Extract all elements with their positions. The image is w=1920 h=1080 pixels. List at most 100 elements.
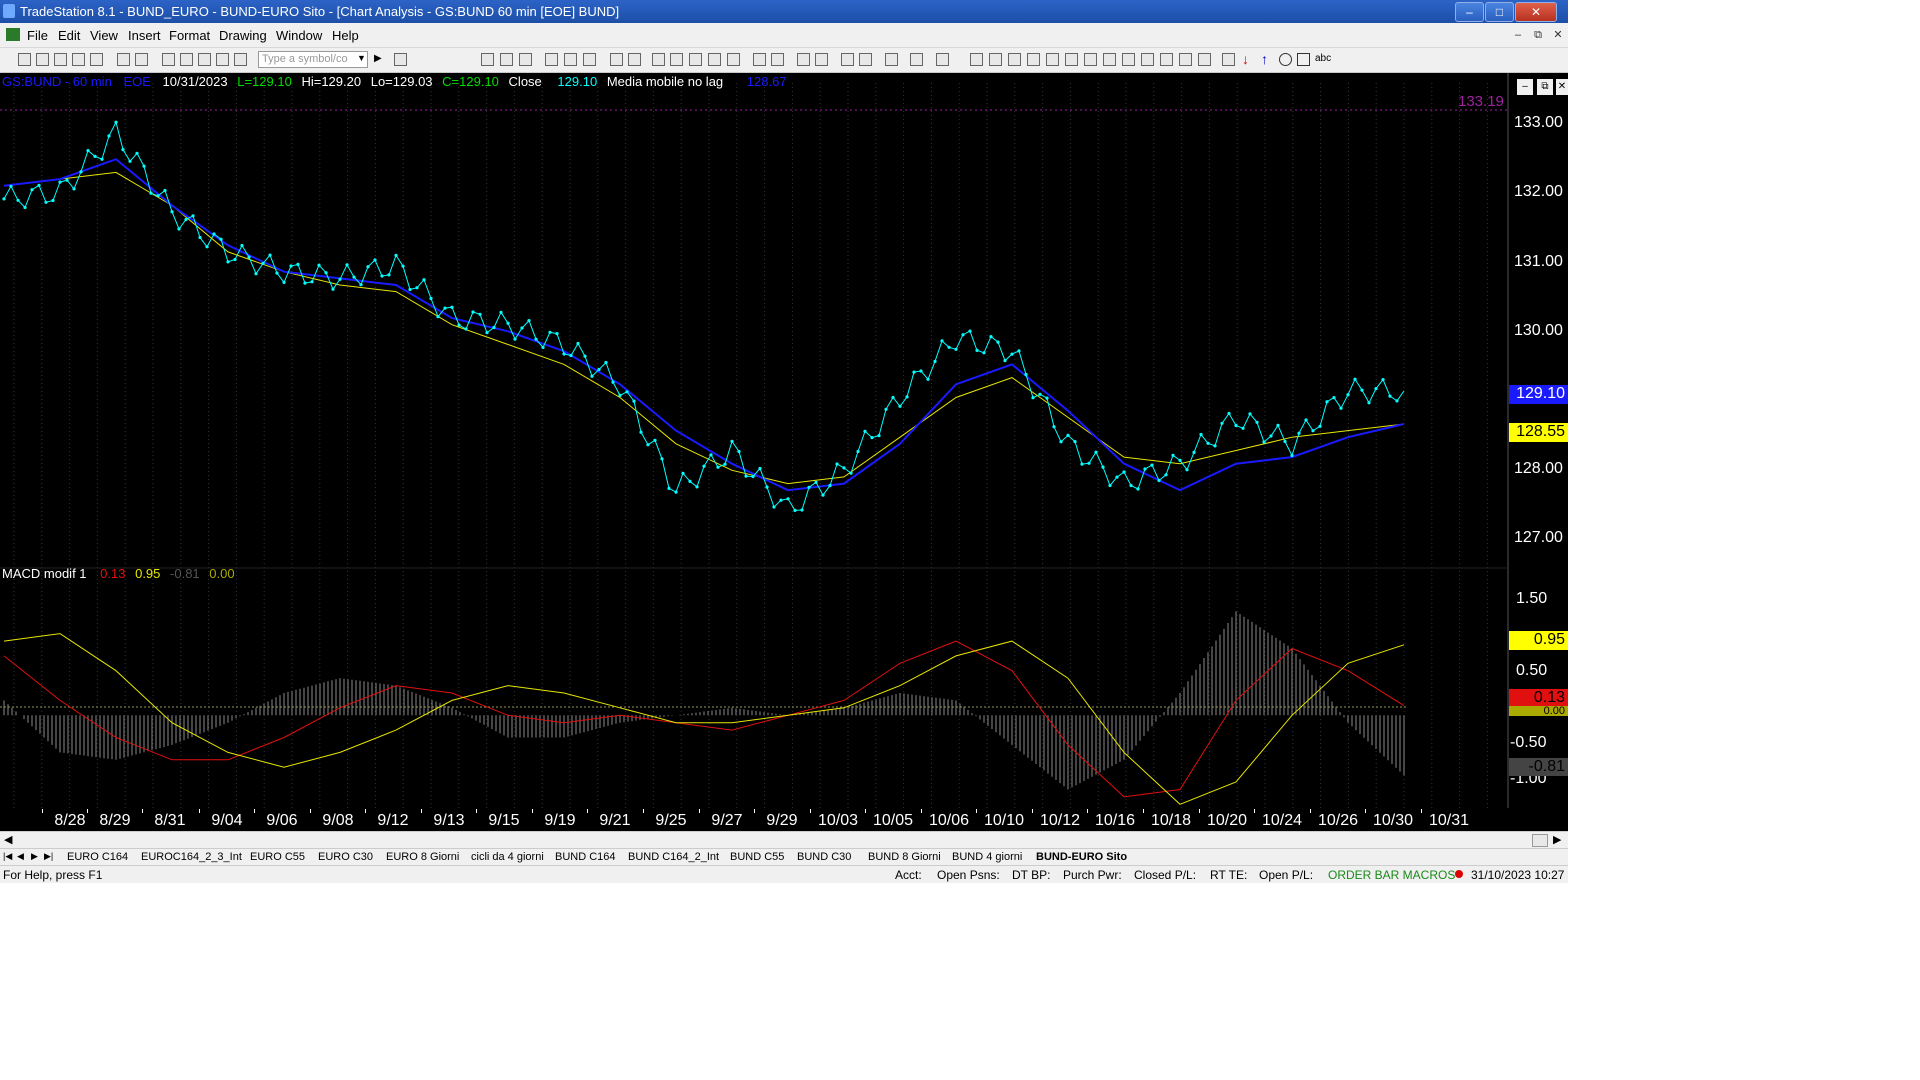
scan-icon[interactable] [652,53,665,66]
macd-histogram [3,611,1405,790]
bar-chart-icon[interactable] [481,53,494,66]
matrix-icon[interactable] [689,53,702,66]
data-window-icon[interactable] [708,53,721,66]
andrews-pitchfork-icon[interactable] [1103,53,1116,66]
mdi-close-button[interactable]: ✕ [1550,27,1566,43]
menu-format[interactable]: Format [169,28,210,43]
tab-euro-c55[interactable]: EURO C55 [250,851,305,863]
open-icon[interactable] [36,53,49,66]
window-link-icon[interactable] [162,53,175,66]
print-icon[interactable] [135,53,148,66]
tab-last-icon[interactable]: ▶| [44,851,53,862]
gann-fan-icon[interactable] [1065,53,1078,66]
menu-drawing[interactable]: Drawing [219,28,267,43]
channel-icon[interactable] [1027,53,1040,66]
tab-euro-8-giorni[interactable]: EURO 8 Giorni [386,851,459,863]
copy-icon[interactable] [72,53,85,66]
tab-euroc164-2-3-int[interactable]: EUROC164_2_3_Int [141,851,242,863]
symbol-lookup-icon[interactable] [394,53,407,66]
folder-icon[interactable] [90,53,103,66]
tab-prev-icon[interactable]: ◀ [17,851,24,862]
candle-chart-icon[interactable] [500,53,513,66]
menu-insert[interactable]: Insert [128,28,161,43]
go-arrow-icon[interactable]: ▶ [374,53,382,64]
rectangle-icon[interactable] [1297,53,1310,66]
strategy-icon[interactable] [216,53,229,66]
menu-help[interactable]: Help [332,28,359,43]
line-chart-icon[interactable] [519,53,532,66]
status-macros[interactable]: ORDER BAR MACROS [1328,868,1455,882]
horizontal-scrollbar[interactable]: ◀ ▶ [0,831,1568,849]
lock-icon[interactable] [198,53,211,66]
pencil-icon[interactable] [1198,53,1211,66]
menu-edit[interactable]: Edit [58,28,80,43]
pane-minimize-button[interactable]: – [1517,79,1533,95]
new-icon[interactable] [18,53,31,66]
pointer-icon[interactable] [841,53,854,66]
tab-bund-4-giorni[interactable]: BUND 4 giorni [952,851,1022,863]
print-preview-icon[interactable] [117,53,130,66]
tab-bund-euro-sito[interactable]: BUND-EURO Sito [1036,851,1127,863]
fib-fan-icon[interactable] [1122,53,1135,66]
arrow-both-icon[interactable] [1141,53,1154,66]
minimize-button[interactable]: – [1455,2,1484,22]
tools-icon[interactable] [885,53,898,66]
curve-icon[interactable] [1222,53,1235,66]
showme-icon[interactable] [583,53,596,66]
globe-icon[interactable] [234,53,247,66]
text-tool-icon[interactable]: abc [1315,53,1331,64]
increase-bars-icon[interactable] [753,53,766,66]
zoom-in-icon[interactable] [797,53,810,66]
alert-icon[interactable] [936,53,949,66]
tab-next-icon[interactable]: ▶ [31,851,38,862]
maximize-button[interactable]: □ [1485,2,1514,22]
window-link-2-icon[interactable] [180,53,193,66]
parallel-lines-icon[interactable] [1160,53,1173,66]
format-icon[interactable] [610,53,623,66]
chevron-down-icon[interactable]: ▼ [357,53,366,63]
arc-icon[interactable] [1179,53,1192,66]
close-button[interactable]: ✕ [1515,2,1557,22]
tab-euro-c30[interactable]: EURO C30 [318,851,373,863]
symbol-input[interactable]: Type a symbol/co [258,51,368,68]
mdi-minimize-button[interactable]: – [1510,27,1526,43]
scroll-left-icon[interactable]: ◀ [4,833,12,846]
save-icon[interactable] [54,53,67,66]
pane-restore-button[interactable]: ⧉ [1537,79,1553,95]
tab-cicli-da-4-giorni[interactable]: cicli da 4 giorni [471,851,544,863]
menu-file[interactable]: File [27,28,48,43]
indicator-icon[interactable] [545,53,558,66]
menu-view[interactable]: View [90,28,118,43]
order-icon[interactable] [910,53,923,66]
fibonacci-icon[interactable] [1046,53,1059,66]
tab-bund-c164[interactable]: BUND C164 [555,851,616,863]
arrow-up-icon[interactable]: ↑ [1261,51,1268,67]
price-point [58,180,62,184]
crosshair-icon[interactable] [859,53,872,66]
paint-bar-icon[interactable] [564,53,577,66]
tab-bund-c30[interactable]: BUND C30 [797,851,851,863]
format-2-icon[interactable] [628,53,641,66]
arrow-down-icon[interactable]: ↓ [1242,51,1249,67]
tab-first-icon[interactable]: |◀ [3,851,12,862]
vertical-line-icon[interactable] [989,53,1002,66]
decrease-bars-icon[interactable] [771,53,784,66]
speed-lines-icon[interactable] [1084,53,1097,66]
ellipse-icon[interactable] [1279,53,1292,66]
bars-icon[interactable] [727,53,740,66]
price-point [1185,468,1189,472]
tab-bund-c55[interactable]: BUND C55 [730,851,784,863]
tab-euro-c164[interactable]: EURO C164 [67,851,128,863]
chart-area[interactable]: GS:BUND - 60 min EOE 10/31/2023 L=129.10… [0,73,1568,831]
scroll-thumb[interactable] [1532,834,1548,847]
pane-close-button[interactable]: ✕ [1556,79,1568,95]
radar-icon[interactable] [670,53,683,66]
scroll-right-icon[interactable]: ▶ [1553,833,1561,846]
horizontal-line-icon[interactable] [1008,53,1021,66]
tab-bund-c164-2-int[interactable]: BUND C164_2_Int [628,851,719,863]
trendline-icon[interactable] [970,53,983,66]
mdi-restore-button[interactable]: ⧉ [1530,27,1546,43]
tab-bund-8-giorni[interactable]: BUND 8 Giorni [868,851,941,863]
menu-window[interactable]: Window [276,28,322,43]
zoom-out-icon[interactable] [815,53,828,66]
